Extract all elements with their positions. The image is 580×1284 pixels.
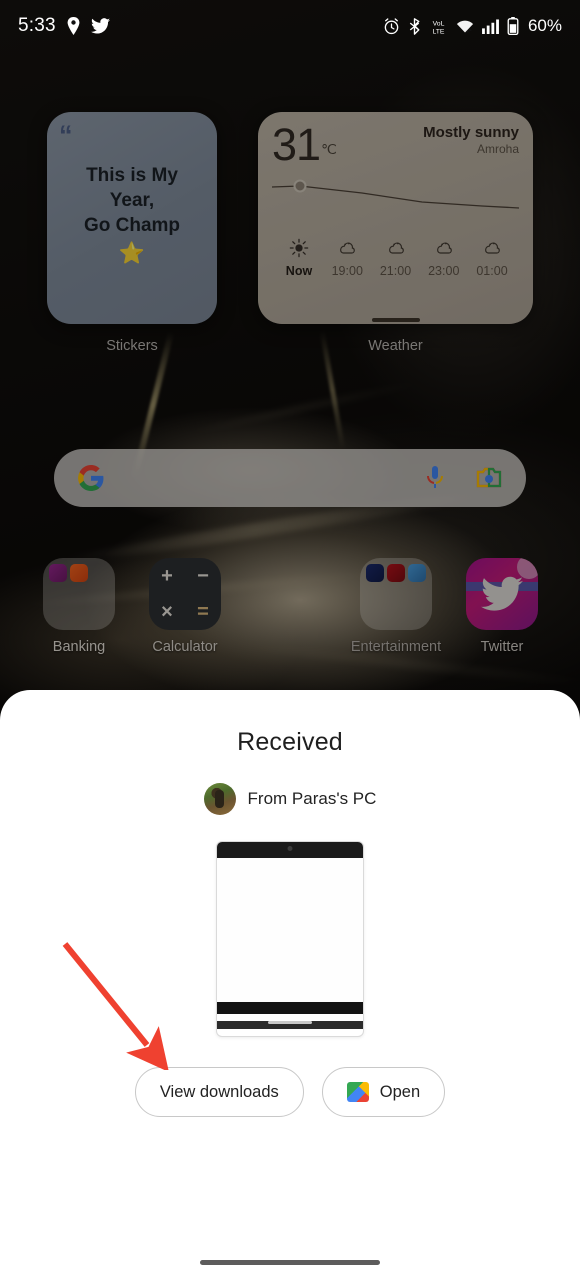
view-downloads-button[interactable]: View downloads xyxy=(134,1067,304,1117)
signal-icon xyxy=(482,18,499,34)
gallery-icon xyxy=(346,1082,369,1102)
open-button[interactable]: Open xyxy=(321,1067,446,1117)
bluetooth-icon xyxy=(408,17,421,35)
thumbnail-home-indicator xyxy=(268,1021,312,1024)
battery-icon xyxy=(507,17,519,35)
battery-percent-label: 60% xyxy=(527,16,562,35)
alarm-icon xyxy=(383,17,400,35)
screenshot-thumbnail[interactable] xyxy=(216,841,364,1037)
location-pin-icon xyxy=(67,17,80,35)
svg-text:LTE: LTE xyxy=(432,28,444,35)
status-bar: 5:33 VoL LTE 60% xyxy=(0,0,580,52)
status-bar-clock: 5:33 xyxy=(18,15,56,36)
volte-icon: VoL LTE xyxy=(429,18,448,35)
status-bar-right: VoL LTE 60% xyxy=(383,16,562,36)
home-indicator[interactable] xyxy=(200,1259,380,1265)
received-bottom-sheet: Received From Paras's PC View downloads … xyxy=(0,690,580,1284)
open-label: Open xyxy=(379,1082,421,1101)
sheet-title: Received xyxy=(237,728,343,756)
status-bar-left: 5:33 xyxy=(18,15,110,37)
sender-row: From Paras's PC xyxy=(203,783,377,815)
wifi-icon xyxy=(456,19,474,34)
thumbnail-content xyxy=(217,858,363,1002)
thumbnail-statusbar-band xyxy=(217,842,363,858)
sheet-action-buttons: View downloads Open xyxy=(134,1067,446,1117)
view-downloads-label: View downloads xyxy=(159,1082,279,1101)
svg-text:VoL: VoL xyxy=(433,20,445,27)
sender-name: From Paras's PC xyxy=(247,789,377,808)
navigation-bar xyxy=(0,1240,580,1284)
thumbnail-camera-dot xyxy=(287,846,293,851)
sender-avatar xyxy=(203,783,236,815)
twitter-icon xyxy=(90,18,110,34)
thumbnail-lower-band xyxy=(217,1002,363,1014)
phone-screen: 5:33 VoL LTE 60% “ This is My Year, Go C… xyxy=(0,0,580,1284)
